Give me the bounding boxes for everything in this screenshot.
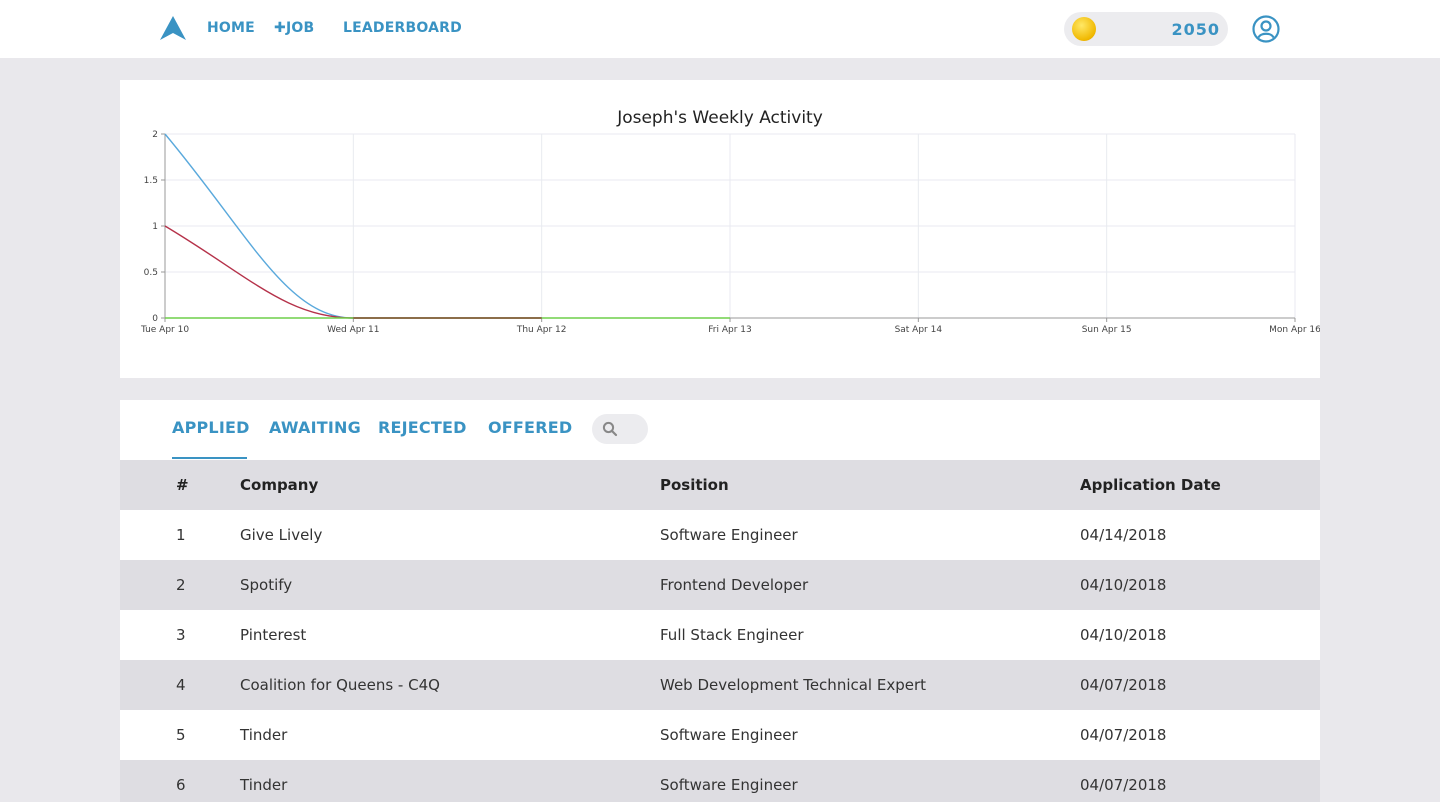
row-position: Frontend Developer (660, 576, 809, 594)
search-icon (602, 421, 618, 437)
header-number: # (176, 476, 189, 494)
coin-count: 2050 (1171, 20, 1220, 39)
row-date: 04/10/2018 (1080, 576, 1167, 594)
table-row[interactable]: 5 Tinder Software Engineer 04/07/2018 (120, 710, 1320, 760)
row-company: Spotify (240, 576, 293, 594)
header-application-date: Application Date (1080, 476, 1221, 494)
arrow-logo-icon[interactable] (160, 16, 186, 40)
top-nav-bar: HOME ✚JOB LEADERBOARD 2050 (0, 0, 1440, 58)
tab-applied[interactable]: APPLIED (172, 418, 250, 437)
x-tick-label: Tue Apr 10 (140, 325, 189, 335)
row-date: 04/07/2018 (1080, 726, 1167, 744)
tab-offered[interactable]: OFFERED (488, 418, 572, 437)
nav-add-job-label: JOB (285, 20, 315, 36)
y-tick-label: 1 (152, 222, 158, 232)
chart-grid (164, 133, 1296, 319)
row-number: 1 (176, 526, 186, 544)
table-row[interactable]: 4 Coalition for Queens - C4Q Web Develop… (120, 660, 1320, 710)
nav-leaderboard-link[interactable]: LEADERBOARD (343, 20, 462, 36)
table-header: # Company Position Application Date (120, 460, 1320, 510)
row-number: 4 (176, 676, 186, 694)
chart-title: Joseph's Weekly Activity (616, 108, 823, 128)
row-date: 04/10/2018 (1080, 626, 1167, 644)
row-number: 3 (176, 626, 186, 644)
row-number: 2 (176, 576, 186, 594)
tab-rejected[interactable]: REJECTED (378, 418, 467, 437)
status-tabs: APPLIED AWAITING REJECTED OFFERED (120, 400, 1320, 460)
row-position: Software Engineer (660, 776, 798, 794)
table-row[interactable]: 2 Spotify Frontend Developer 04/10/2018 (120, 560, 1320, 610)
x-tick-label: Sat Apr 14 (895, 325, 943, 335)
row-company: Tinder (240, 776, 288, 794)
row-position: Software Engineer (660, 726, 798, 744)
search-button[interactable] (592, 414, 648, 444)
row-number: 5 (176, 726, 186, 744)
nav-add-job-link[interactable]: ✚JOB (274, 20, 314, 36)
nav-home-link[interactable]: HOME (207, 20, 255, 36)
coin-balance: 2050 (1064, 12, 1228, 46)
x-tick-label: Mon Apr 16 (1269, 325, 1320, 335)
y-tick-label: 1.5 (144, 176, 158, 186)
row-date: 04/07/2018 (1080, 776, 1167, 794)
row-position: Full Stack Engineer (660, 626, 804, 644)
row-date: 04/07/2018 (1080, 676, 1167, 694)
row-position: Web Development Technical Expert (660, 676, 927, 694)
x-tick-label: Thu Apr 12 (516, 325, 567, 335)
plus-icon: ✚ (274, 20, 286, 36)
y-tick-label: 0 (152, 314, 158, 324)
table-row[interactable]: 3 Pinterest Full Stack Engineer 04/10/20… (120, 610, 1320, 660)
weekly-activity-chart: Joseph's Weekly Activity 0 0.5 1 1.5 2 Tue Ap… (140, 108, 1320, 335)
row-position: Software Engineer (660, 526, 798, 544)
tab-awaiting[interactable]: AWAITING (269, 418, 361, 437)
row-company: Pinterest (240, 626, 307, 644)
user-profile-icon[interactable] (1252, 15, 1280, 43)
x-tick-label: Wed Apr 11 (327, 325, 379, 335)
weekly-activity-chart-card: Joseph's Weekly Activity 0 0.5 1 1.5 2 Tue Ap… (120, 80, 1320, 378)
row-date: 04/14/2018 (1080, 526, 1167, 544)
row-company: Coalition for Queens - C4Q (240, 676, 440, 694)
y-tick-label: 0.5 (144, 268, 158, 278)
applications-table-card: APPLIED AWAITING REJECTED OFFERED # Comp… (120, 400, 1320, 802)
header-company: Company (240, 476, 319, 494)
table-row[interactable]: 1 Give Lively Software Engineer 04/14/20… (120, 510, 1320, 560)
row-company: Tinder (240, 726, 288, 744)
row-number: 6 (176, 776, 186, 794)
x-tick-label: Fri Apr 13 (708, 325, 751, 335)
row-company: Give Lively (240, 526, 323, 544)
active-tab-indicator (172, 457, 247, 459)
y-tick-label: 2 (152, 130, 158, 140)
coin-icon (1072, 17, 1096, 41)
table-row[interactable]: 6 Tinder Software Engineer 04/07/2018 (120, 760, 1320, 802)
header-position: Position (660, 476, 729, 494)
x-tick-label: Sun Apr 15 (1082, 325, 1132, 335)
